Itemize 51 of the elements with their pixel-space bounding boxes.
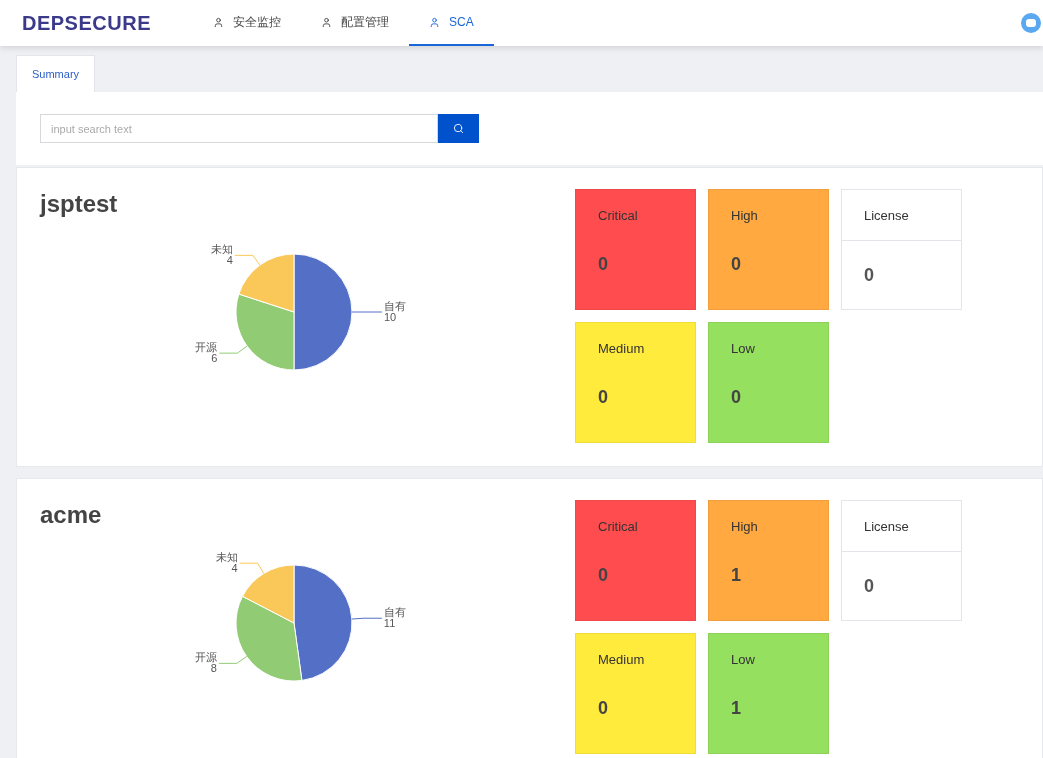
slice-value: 8 [210, 662, 217, 675]
leader-line [234, 254, 261, 266]
tile-label: Low [731, 341, 755, 356]
nav-item[interactable]: 安全监控 [193, 0, 301, 46]
tile-label: License [864, 207, 909, 223]
tile-label: High [731, 208, 758, 223]
slice-value: 11 [383, 617, 396, 630]
slice-value: 10 [384, 311, 397, 323]
search-button[interactable] [438, 114, 479, 143]
tile-count: 0 [598, 387, 608, 409]
user-icon [213, 16, 224, 28]
slice-label: 开源 [195, 341, 218, 354]
user-icon [429, 16, 440, 28]
leader-line [239, 562, 265, 574]
slice-value: 4 [231, 562, 238, 575]
tile-count: 0 [731, 254, 741, 276]
tile-count: 0 [598, 254, 608, 276]
leader-line [351, 311, 383, 313]
tile-count: 1 [731, 698, 741, 720]
search-icon [453, 123, 464, 134]
leader-line [218, 655, 248, 664]
slice-label: 自有 [384, 300, 406, 312]
tile-label: Critical [598, 519, 638, 534]
tile-label: Low [731, 652, 755, 667]
tile-label: Medium [598, 652, 645, 667]
tile-label: License [864, 518, 909, 534]
slice-label: 自有 [383, 606, 406, 619]
tile-count: 1 [731, 565, 741, 587]
slice-label: 未知 [215, 551, 238, 564]
project-title: acme [40, 501, 102, 529]
tile-count: 0 [864, 264, 874, 286]
nav-item[interactable]: 配置管理 [301, 0, 409, 46]
leader-line [351, 617, 383, 620]
project-title: jsptest [40, 190, 118, 218]
tile-count: 0 [598, 698, 608, 720]
tile-count: 0 [864, 575, 874, 597]
slice-value: 4 [226, 254, 233, 267]
slice-label: 开源 [194, 651, 217, 664]
leader-line [218, 345, 248, 354]
avatar-icon[interactable] [1021, 13, 1041, 33]
tile-label: Critical [598, 208, 638, 223]
tile-count: 0 [598, 565, 608, 587]
slice-value: 6 [211, 352, 218, 365]
user-icon [321, 16, 332, 28]
tile-label: High [731, 519, 758, 534]
slice-label: 未知 [210, 243, 233, 256]
tab[interactable]: Summary [16, 55, 96, 92]
logo[interactable]: DEPSECURE [22, 0, 151, 46]
search-field[interactable]: input search text [40, 114, 438, 143]
tile-label: Medium [598, 341, 645, 356]
tile-count: 0 [731, 387, 741, 409]
